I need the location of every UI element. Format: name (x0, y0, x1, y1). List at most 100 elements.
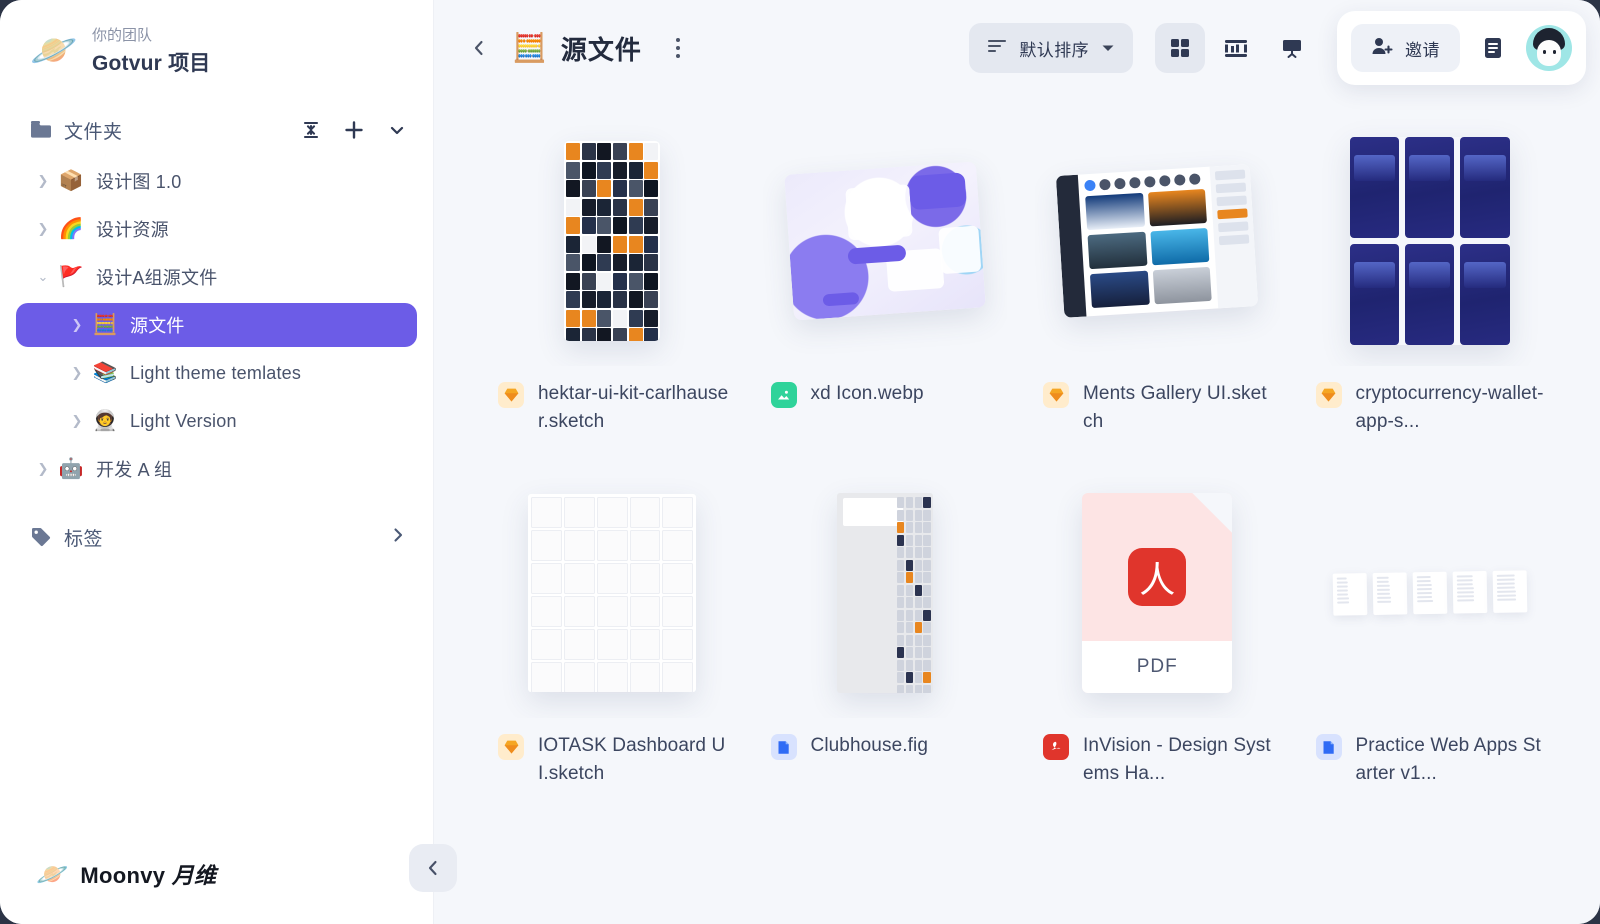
file-grid-container: hektar-ui-kit-carlhauser.sketch (434, 96, 1600, 924)
folder-emoji-icon: 📚 (90, 363, 120, 383)
pdf-icon: 人 (1128, 548, 1186, 606)
file-card[interactable]: Clubhouse.fig (763, 468, 1008, 812)
folders-section-header: 文件夹 (30, 115, 407, 145)
sidebar-item-light-version[interactable]: ❯ 🧑‍🚀 Light Version (16, 399, 417, 443)
sketch-file-icon (498, 382, 524, 408)
file-thumbnail (763, 468, 1008, 718)
file-thumbnail (490, 468, 735, 718)
chevron-right-icon[interactable]: ❯ (30, 173, 56, 189)
brand-name: Moonvy 月维 (80, 858, 216, 890)
grid-view-button[interactable] (1155, 23, 1205, 73)
file-card[interactable]: Ments Gallery UI.sketch (1035, 116, 1280, 460)
more-options-button[interactable] (662, 32, 694, 64)
folder-emoji-icon: 📦 (56, 171, 86, 191)
chevron-down-icon[interactable]: ⌄ (30, 269, 56, 285)
page-title: 源文件 (561, 30, 642, 67)
collapse-sidebar-button[interactable] (409, 844, 457, 892)
file-grid: hektar-ui-kit-carlhauser.sketch (490, 116, 1552, 812)
planet-icon: 🪐 (30, 27, 78, 75)
file-card[interactable]: hektar-ui-kit-carlhauser.sketch (490, 116, 735, 460)
list-panel-button[interactable] (1470, 25, 1516, 71)
view-switcher (1155, 23, 1317, 73)
file-name: xd Icon.webp (811, 380, 924, 408)
collapse-all-icon[interactable] (301, 120, 321, 140)
file-name: Practice Web Apps Starter v1... (1356, 732, 1547, 788)
chevron-right-icon[interactable]: ❯ (64, 365, 90, 381)
figma-file-icon (771, 734, 797, 760)
chevron-right-icon[interactable]: ❯ (64, 413, 90, 429)
sidebar: 🪐 你的团队 Gotvur 项目 文件夹 (0, 0, 434, 924)
user-pod: 邀请 (1337, 11, 1586, 85)
team-header[interactable]: 🪐 你的团队 Gotvur 项目 (0, 0, 433, 77)
sort-button[interactable]: 默认排序 (969, 23, 1133, 73)
folder-icon (30, 120, 52, 140)
sidebar-tags-label: 标签 (64, 524, 103, 551)
chevron-down-icon[interactable] (387, 120, 407, 140)
file-thumbnail (763, 116, 1008, 366)
sidebar-item-design-a-group[interactable]: ⌄ 🚩 设计A组源文件 (16, 255, 417, 299)
file-thumbnail (1308, 116, 1553, 366)
file-name: Clubhouse.fig (811, 732, 929, 760)
sidebar-item-light-theme-templates[interactable]: ❯ 📚 Light theme temlates (16, 351, 417, 395)
back-button[interactable] (460, 29, 498, 67)
moonvy-planet-icon: 🪐 (36, 861, 68, 887)
app-window: 🪐 你的团队 Gotvur 项目 文件夹 (0, 0, 1600, 924)
file-name: cryptocurrency-wallet-app-s... (1356, 380, 1547, 436)
file-thumbnail (1308, 468, 1553, 718)
file-card[interactable]: 人 PDF InVision - Design Systems Ha... (1035, 468, 1280, 812)
sidebar-item-label: 设计图 1.0 (96, 168, 181, 194)
pdf-thumb-label: PDF (1082, 641, 1232, 693)
sidebar-item-tags[interactable]: 标签 (30, 517, 407, 557)
folder-tree: ❯ 📦 设计图 1.0 ❯ 🌈 设计资源 ⌄ 🚩 设计A组源文件 ❯ 🧮 源文件… (0, 159, 433, 491)
sidebar-item-design-1[interactable]: ❯ 📦 设计图 1.0 (16, 159, 417, 203)
file-thumbnail (1035, 116, 1280, 366)
abacus-icon: 🧮 (512, 34, 547, 62)
folder-emoji-icon: 🚩 (56, 267, 86, 287)
sidebar-item-dev-a-group[interactable]: ❯ 🤖 开发 A 组 (16, 447, 417, 491)
file-thumbnail: 人 PDF (1035, 468, 1280, 718)
add-icon[interactable] (343, 119, 365, 141)
thumbnail-art-xd (784, 161, 986, 320)
thumbnail-art-pdf: 人 PDF (1082, 493, 1232, 693)
team-label: 你的团队 (92, 24, 210, 45)
file-name: Ments Gallery UI.sketch (1083, 380, 1274, 436)
sidebar-item-label: 设计资源 (96, 216, 169, 242)
file-card[interactable]: IOTASK Dashboard UI.sketch (490, 468, 735, 812)
thumbnail-art-iotask (528, 494, 696, 692)
user-avatar[interactable] (1526, 25, 1572, 71)
breadcrumb[interactable]: 🧮 源文件 (512, 30, 642, 67)
chevron-right-icon[interactable]: ❯ (64, 317, 90, 333)
folder-emoji-icon: 🤖 (56, 459, 86, 479)
folders-section-title: 文件夹 (64, 117, 123, 144)
invite-button[interactable]: 邀请 (1351, 24, 1460, 72)
sketch-file-icon (1316, 382, 1342, 408)
sidebar-item-label: Light theme temlates (130, 363, 301, 384)
brand-logo: 🪐 Moonvy 月维 (36, 858, 216, 890)
image-file-icon (771, 382, 797, 408)
sketch-file-icon (1043, 382, 1069, 408)
user-plus-icon (1371, 36, 1393, 61)
tag-icon (30, 526, 52, 548)
chevron-right-icon[interactable]: ❯ (30, 221, 56, 237)
chevron-right-icon[interactable]: ❯ (30, 461, 56, 477)
sidebar-item-label: 设计A组源文件 (96, 264, 217, 290)
chevron-right-icon[interactable] (389, 526, 407, 549)
sidebar-item-label: 源文件 (130, 312, 185, 338)
sidebar-item-label: Light Version (130, 411, 237, 432)
table-view-button[interactable] (1211, 23, 1261, 73)
file-card[interactable]: cryptocurrency-wallet-app-s... (1308, 116, 1553, 460)
sort-label: 默认排序 (1019, 36, 1089, 61)
board-view-button[interactable] (1267, 23, 1317, 73)
file-card[interactable]: Practice Web Apps Starter v1... (1308, 468, 1553, 812)
thumbnail-art-practice (1332, 570, 1527, 615)
file-name: InVision - Design Systems Ha... (1083, 732, 1274, 788)
sidebar-item-design-resources[interactable]: ❯ 🌈 设计资源 (16, 207, 417, 251)
file-card[interactable]: xd Icon.webp (763, 116, 1008, 460)
team-name: Gotvur 项目 (92, 47, 210, 77)
sketch-file-icon (498, 734, 524, 760)
pdf-file-icon (1043, 734, 1069, 760)
file-name: hektar-ui-kit-carlhauser.sketch (538, 380, 729, 436)
sort-icon (987, 38, 1007, 59)
folder-emoji-icon: 🌈 (56, 219, 86, 239)
sidebar-item-source-files[interactable]: ❯ 🧮 源文件 (16, 303, 417, 347)
